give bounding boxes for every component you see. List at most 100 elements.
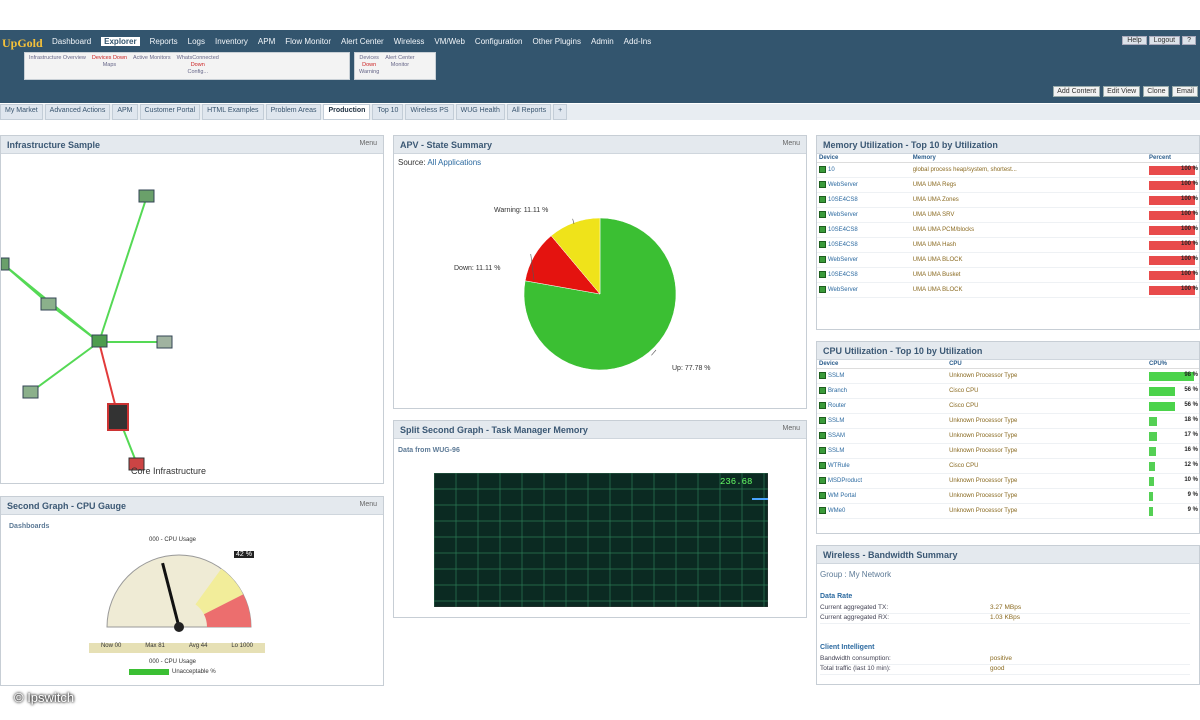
device-link[interactable]: SSAM	[828, 434, 845, 440]
device-link[interactable]: WM Portal	[828, 494, 856, 500]
device-link[interactable]: SSLM	[828, 374, 844, 380]
device-link[interactable]: WebServer	[828, 183, 858, 189]
shortcut-group[interactable]: Infrastructure Overview	[29, 55, 86, 77]
panel-menu-button[interactable]: Menu	[359, 140, 377, 147]
memory-name: UMA UMA Busket	[910, 267, 1147, 283]
device-link[interactable]: WebServer	[828, 258, 858, 264]
nav-item-wireless[interactable]: Wireless	[394, 37, 425, 46]
tab-all-reports[interactable]: All Reports	[506, 104, 552, 120]
table-row[interactable]: MSDProduct Unknown Processor Type 10 %	[817, 473, 1199, 489]
table-row[interactable]: 10SE4CS8 UMA UMA Busket 100 %	[817, 267, 1199, 283]
table-row[interactable]: WTRule Cisco CPU 12 %	[817, 458, 1199, 474]
nav-item-flow-monitor[interactable]: Flow Monitor	[285, 37, 331, 46]
nav-item-alert-center[interactable]: Alert Center	[341, 37, 384, 46]
device-node[interactable]	[22, 385, 39, 399]
panel-title: Infrastructure Sample	[7, 140, 101, 150]
nav-item-explorer[interactable]: Explorer	[101, 37, 140, 46]
device-link[interactable]: Router	[828, 404, 846, 410]
table-row[interactable]: Router Cisco CPU 56 %	[817, 398, 1199, 414]
device-node[interactable]	[40, 297, 57, 311]
device-link[interactable]: SSLM	[828, 449, 844, 455]
device-link[interactable]: 10SE4CS8	[828, 228, 858, 234]
nav-item-inventory[interactable]: Inventory	[215, 37, 248, 46]
nav-item-apm[interactable]: APM	[258, 37, 275, 46]
source-link[interactable]: All Applications	[427, 158, 481, 167]
shortcut-group[interactable]: Alert Center Monitor	[385, 55, 414, 77]
tab-my-market[interactable]: My Market	[0, 104, 43, 120]
table-row[interactable]: SSAM Unknown Processor Type 17 %	[817, 428, 1199, 444]
device-node[interactable]	[1, 257, 10, 271]
shortcut-group[interactable]: Devices Down Warning	[359, 55, 379, 77]
table-row[interactable]: WebServer UMA UMA Regs 100 %	[817, 177, 1199, 193]
table-row[interactable]: 10SE4CS8 UMA UMA PCM/blocks 100 %	[817, 222, 1199, 238]
panel-menu-button[interactable]: Menu	[782, 425, 800, 432]
device-link[interactable]: 10SE4CS8	[828, 198, 858, 204]
edit-view-button[interactable]: Edit View	[1103, 86, 1141, 97]
table-row[interactable]: SSLM Unknown Processor Type 16 %	[817, 443, 1199, 459]
device-node[interactable]	[138, 189, 155, 203]
tab-html-examples[interactable]: HTML Examples	[202, 104, 264, 120]
table-row[interactable]: 10 global process heap/system, shortest..…	[817, 162, 1199, 178]
device-link[interactable]: 10SE4CS8	[828, 243, 858, 249]
device-node-down[interactable]	[107, 403, 129, 431]
nav-item-admin[interactable]: Admin	[591, 37, 614, 46]
panel-menu-button[interactable]: Menu	[782, 140, 800, 147]
table-row[interactable]: WM Portal Unknown Processor Type 9 %	[817, 488, 1199, 504]
device-icon	[819, 372, 826, 380]
memory-table: Device Memory Percent 10 global process hea…	[817, 154, 1199, 298]
nav-item-other-plugins[interactable]: Other Plugins	[533, 37, 581, 46]
clone-button[interactable]: Clone	[1143, 86, 1170, 97]
nav-item-add-ins[interactable]: Add-Ins	[624, 37, 652, 46]
nav-item-reports[interactable]: Reports	[150, 37, 178, 46]
device-node[interactable]	[91, 334, 108, 348]
tab-top-10[interactable]: Top 10	[372, 104, 404, 120]
tab-advanced-actions[interactable]: Advanced Actions	[44, 104, 111, 120]
column-header: Device	[817, 360, 948, 369]
device-node[interactable]	[156, 335, 173, 349]
tab-wug-health[interactable]: WUG Health	[455, 104, 505, 120]
tab-wireless-ps[interactable]: Wireless PS	[405, 104, 454, 120]
metric-label: Bandwidth consumption:	[820, 655, 891, 662]
shortcut-group[interactable]: WhatsConnected Down Config...	[177, 55, 219, 77]
device-link[interactable]: 10SE4CS8	[828, 273, 858, 279]
tab-add[interactable]: +	[553, 104, 568, 120]
table-row[interactable]: Branch Cisco CPU 56 %	[817, 383, 1199, 399]
tab-production[interactable]: Production	[323, 104, 371, 120]
data-rate-rows: Current aggregated TX: 3.27 MBps Current a…	[820, 604, 1190, 624]
device-link[interactable]: WMe0	[828, 509, 845, 515]
table-row[interactable]: WebServer UMA UMA BLOCK 100 %	[817, 282, 1199, 298]
table-row[interactable]: WebServer UMA UMA BLOCK 100 %	[817, 252, 1199, 268]
device-link[interactable]: SSLM	[828, 419, 844, 425]
tab-apm[interactable]: APM	[112, 104, 138, 120]
table-row[interactable]: SSLM Unknown Processor Type 98 %	[817, 368, 1199, 384]
window-button[interactable]: Help	[1122, 36, 1147, 45]
table-row[interactable]: WebServer UMA UMA SRV 100 %	[817, 207, 1199, 223]
add-content-button[interactable]: Add Content	[1053, 86, 1101, 97]
memory-name: UMA UMA SRV	[910, 207, 1147, 223]
cpu-name: Cisco CPU	[947, 383, 1147, 399]
tab-customer-portal[interactable]: Customer Portal	[139, 104, 201, 120]
email-button[interactable]: Email	[1172, 86, 1198, 97]
network-map[interactable]	[1, 154, 384, 484]
nav-item-dashboard[interactable]: Dashboard	[52, 37, 91, 46]
nav-item-configuration[interactable]: Configuration	[475, 37, 523, 46]
nav-item-logs[interactable]: Logs	[188, 37, 205, 46]
shortcut-group[interactable]: Active Monitors	[133, 55, 171, 77]
device-link[interactable]: MSDProduct	[828, 479, 862, 485]
device-cell: Branch	[817, 383, 948, 399]
device-link[interactable]: WebServer	[828, 288, 858, 294]
table-row[interactable]: 10SE4CS8 UMA UMA Hash 100 %	[817, 237, 1199, 253]
device-link[interactable]: 10	[828, 168, 835, 174]
device-link[interactable]: Branch	[828, 389, 847, 395]
shortcut-group[interactable]: Devices Down Maps	[92, 55, 127, 77]
device-link[interactable]: WebServer	[828, 213, 858, 219]
panel-menu-button[interactable]: Menu	[359, 501, 377, 508]
table-row[interactable]: WMe0 Unknown Processor Type 9 %	[817, 503, 1199, 519]
nav-item-vm-web[interactable]: VM/Web	[434, 37, 465, 46]
window-button[interactable]: ?	[1182, 36, 1196, 45]
table-row[interactable]: 10SE4CS8 UMA UMA Zones 100 %	[817, 192, 1199, 208]
window-button[interactable]: Logout	[1148, 36, 1181, 45]
table-row[interactable]: SSLM Unknown Processor Type 18 %	[817, 413, 1199, 429]
device-link[interactable]: WTRule	[828, 464, 850, 470]
tab-problem-areas[interactable]: Problem Areas	[265, 104, 322, 120]
